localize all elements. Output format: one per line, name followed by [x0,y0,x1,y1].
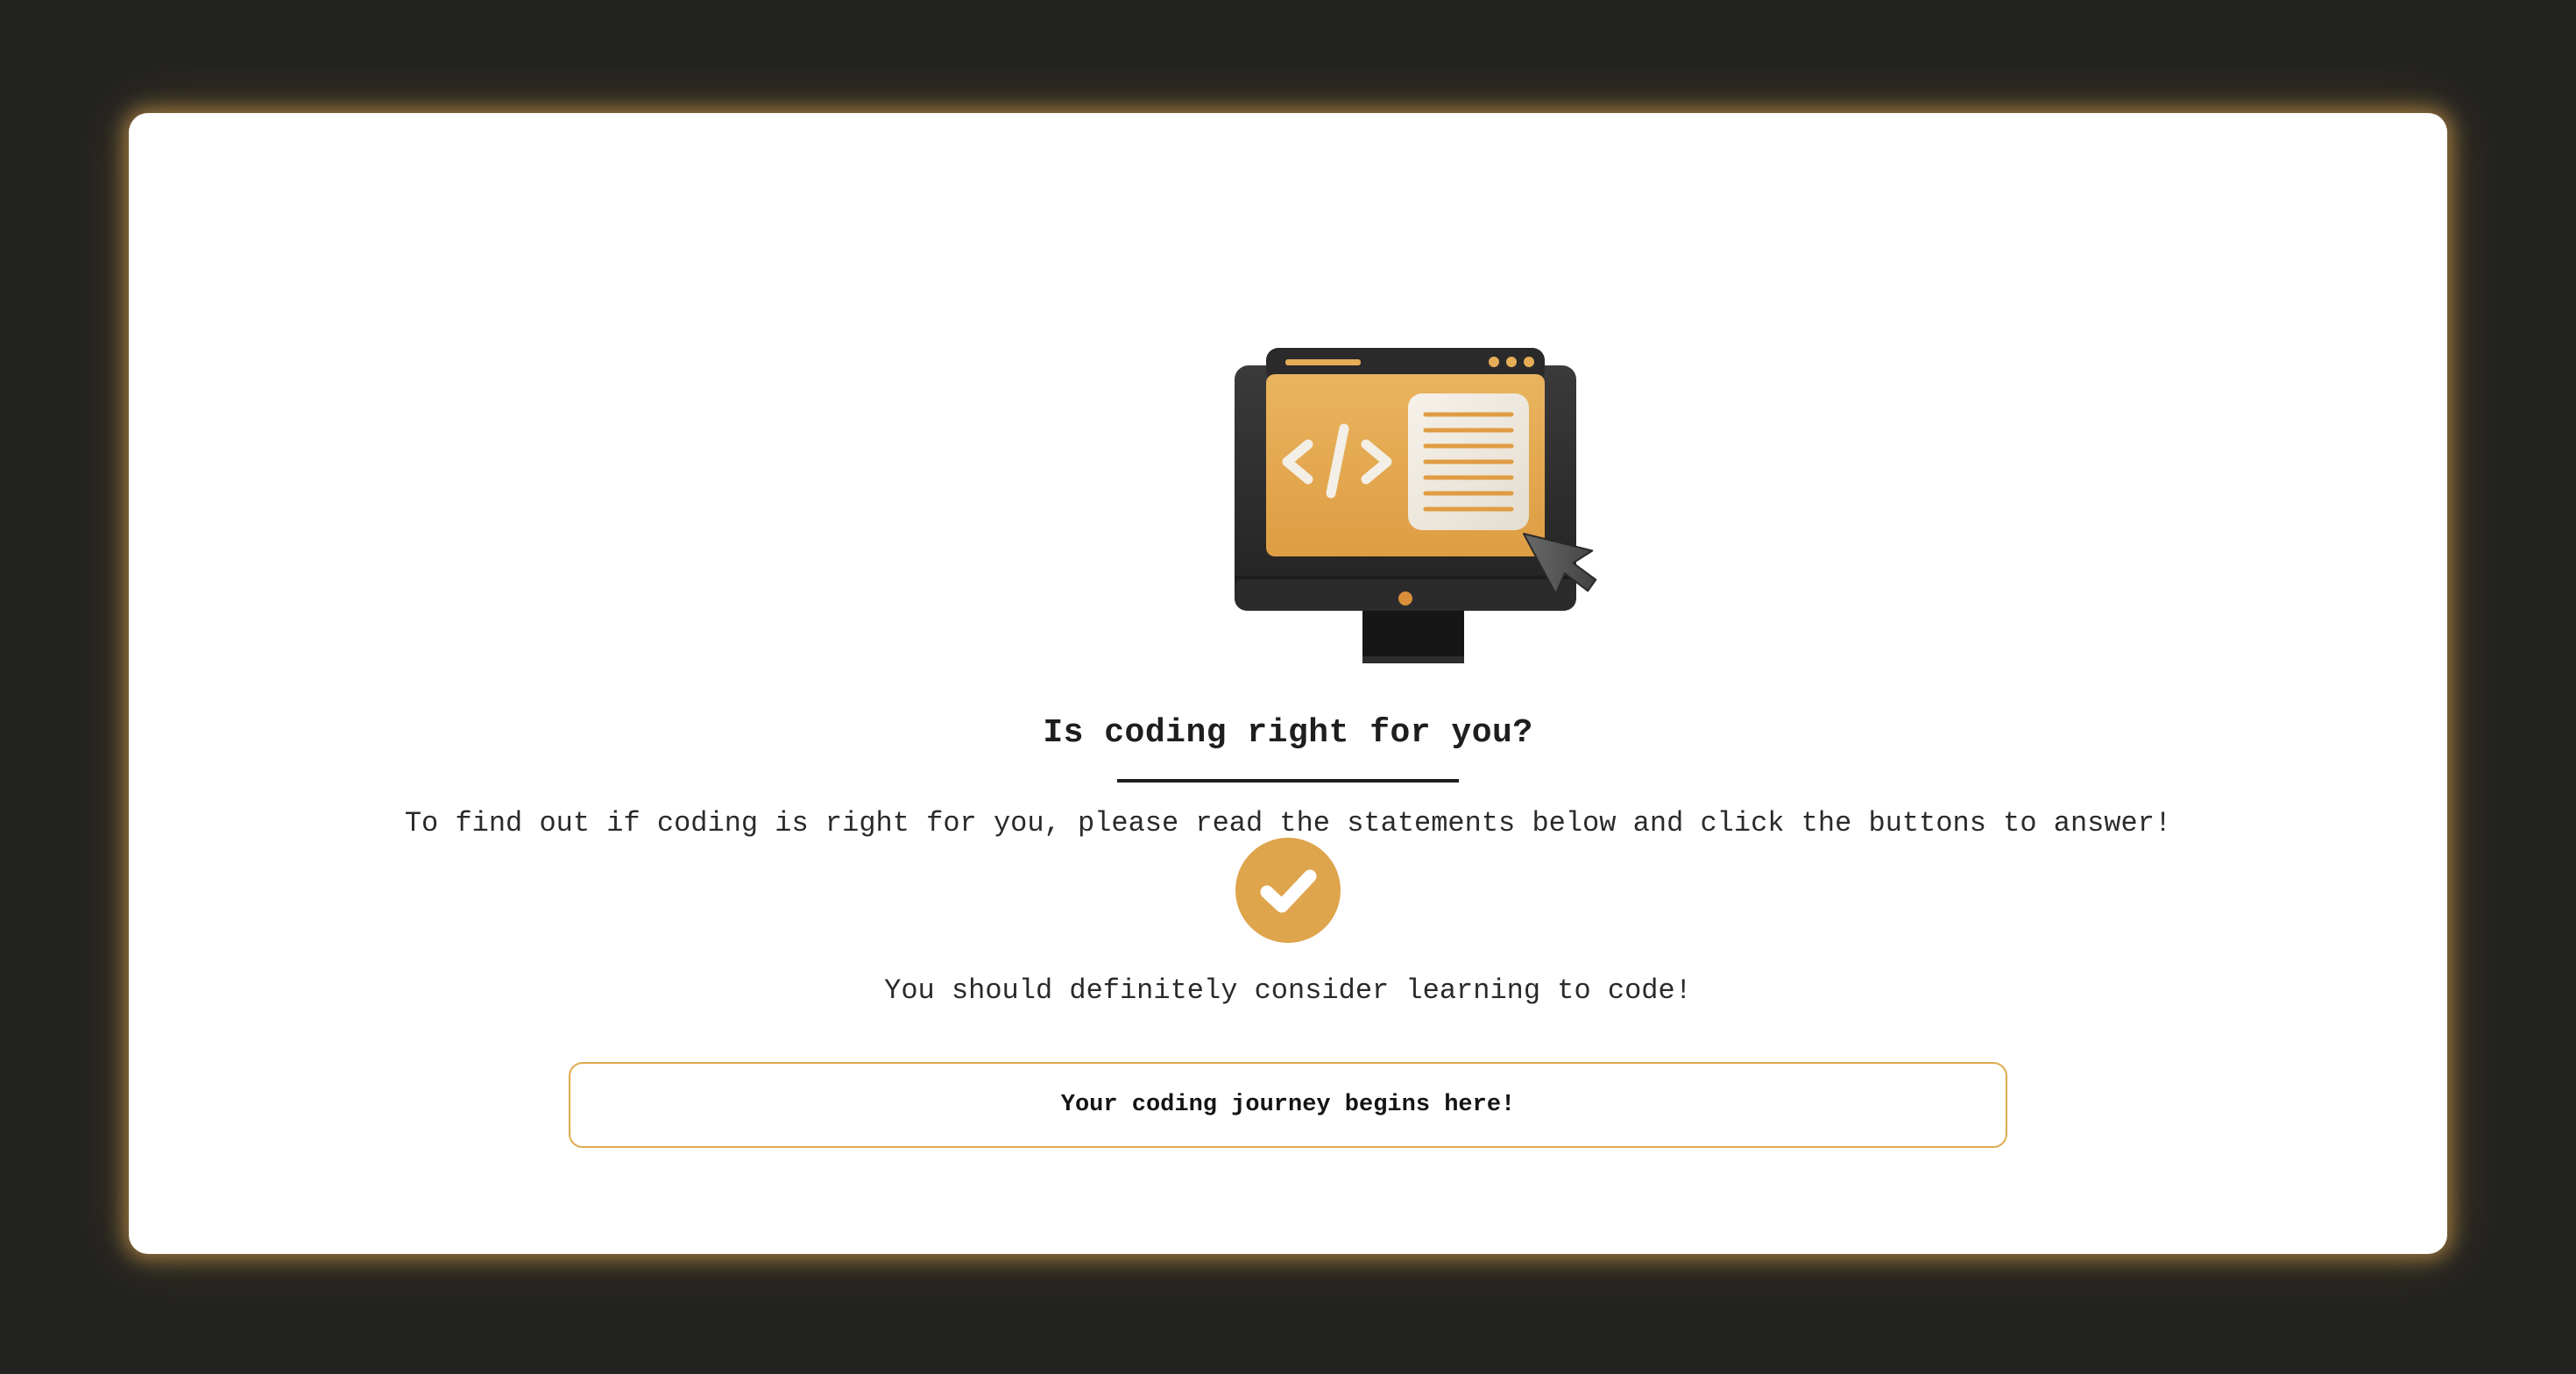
checkmark-circle-icon [1235,838,1341,943]
computer-code-illustration [1235,343,1603,672]
section-divider [1117,779,1459,783]
start-journey-button[interactable]: Your coding journey begins here! [569,1062,2007,1148]
intro-text: To find out if coding is right for you, … [404,807,2172,839]
page-title: Is coding right for you? [1043,714,1533,752]
result-text: You should definitely consider learning … [884,974,1692,1007]
